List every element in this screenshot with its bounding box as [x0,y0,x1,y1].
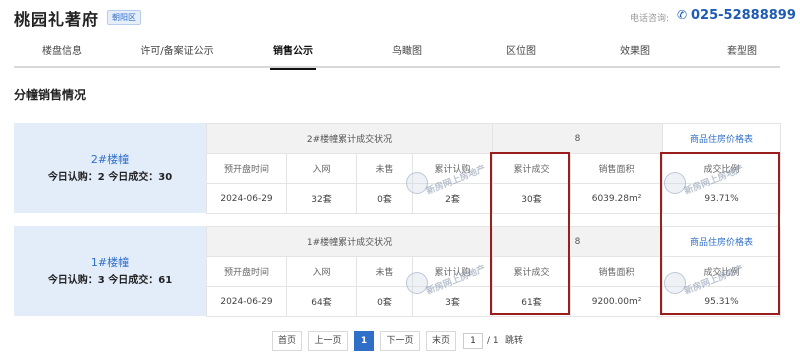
building-stats-table: 2#楼幢累计成交状况 8 商品住房价格表 预开盘时间 入网 未售 累计认购 累计… [205,123,782,214]
section-title: 分幢销售情况 [14,88,87,102]
table-cell: 6039.28m² [570,183,664,214]
col-header: 销售面积 [570,153,664,184]
price-list-link[interactable]: 商品住房价格表 [662,123,782,154]
building-summary: 1#楼幢 今日认购：3 今日成交：61 [14,226,206,316]
watermark-logo-icon [406,172,428,194]
tab-floor-plans[interactable]: 套型图 [704,38,780,68]
tab-sales-publicity[interactable]: 销售公示 [248,38,338,70]
page-number-input[interactable] [463,333,483,349]
next-page-button[interactable]: 下一页 [380,331,420,351]
table-cell: 32套 [286,183,357,214]
table-cell: 2024-06-29 [206,183,287,214]
price-list-link[interactable]: 商品住房价格表 [662,226,782,257]
tab-aerial-view[interactable]: 鸟瞰图 [362,38,452,68]
col-header: 入网 [286,153,357,184]
table-cell: 61套 [492,286,572,317]
phone-number: 025-52888899 [691,8,796,23]
building-name-link[interactable]: 1#楼幢 [14,254,206,270]
col-header: 累计成交 [492,153,572,184]
col-header: 预开盘时间 [206,153,287,184]
table-cell: 30套 [492,183,572,214]
building-stats-table: 1#楼幢累计成交状况 8 商品住房价格表 预开盘时间 入网 未售 累计认购 累计… [205,226,782,317]
col-header: 未售 [356,256,413,287]
table-cell: 64套 [286,286,357,317]
tab-location-map[interactable]: 区位图 [476,38,566,68]
col-header: 累计成交 [492,256,572,287]
phone-icon: ✆ [677,8,688,22]
tab-permits[interactable]: 许可/备案证公示 [122,38,232,68]
district-badge[interactable]: 朝阳区 [107,10,141,25]
building-summary: 2#楼幢 今日认购：2 今日成交：30 [14,123,206,213]
first-page-button[interactable]: 首页 [272,331,302,351]
building-today-stats: 今日认购：3 今日成交：61 [47,275,173,286]
col-header: 销售面积 [570,256,664,287]
current-page-button[interactable]: 1 [354,331,374,351]
watermark-logo-icon [664,172,686,194]
watermark-logo-icon [664,272,686,294]
last-page-button[interactable]: 末页 [426,331,456,351]
table-count: 8 [492,226,664,257]
table-count: 8 [492,123,664,154]
table-caption: 1#楼幢累计成交状况 [205,226,494,257]
prev-page-button[interactable]: 上一页 [308,331,348,351]
col-header: 预开盘时间 [206,256,287,287]
page-header: 桃园礼著府 朝阳区 电话咨询: ✆ 025-52888899 [0,0,800,32]
col-header: 未售 [356,153,413,184]
building-block: 1#楼幢 今日认购：3 今日成交：61 1#楼幢累计成交状况 8 商品住房价格表… [14,226,782,317]
go-page-button[interactable]: 跳转 [505,331,523,351]
building-today-stats: 今日认购：2 今日成交：30 [47,172,173,183]
table-caption: 2#楼幢累计成交状况 [205,123,494,154]
building-name-link[interactable]: 2#楼幢 [14,151,206,167]
col-header: 入网 [286,256,357,287]
project-title: 桃园礼著府 [14,10,100,29]
phone-label: 电话咨询: [630,14,670,24]
table-cell: 2024-06-29 [206,286,287,317]
table-cell: 9200.00m² [570,286,664,317]
tab-bar: 楼盘信息 许可/备案证公示 销售公示 鸟瞰图 区位图 效果图 套型图 [14,38,780,70]
watermark-logo-icon [406,272,428,294]
table-cell: 0套 [356,286,413,317]
tab-project-info[interactable]: 楼盘信息 [17,38,107,68]
building-block: 2#楼幢 今日认购：2 今日成交：30 2#楼幢累计成交状况 8 商品住房价格表… [14,123,782,214]
tab-renderings[interactable]: 效果图 [590,38,680,68]
table-cell: 0套 [356,183,413,214]
total-pages-label: / 1 [487,336,499,346]
